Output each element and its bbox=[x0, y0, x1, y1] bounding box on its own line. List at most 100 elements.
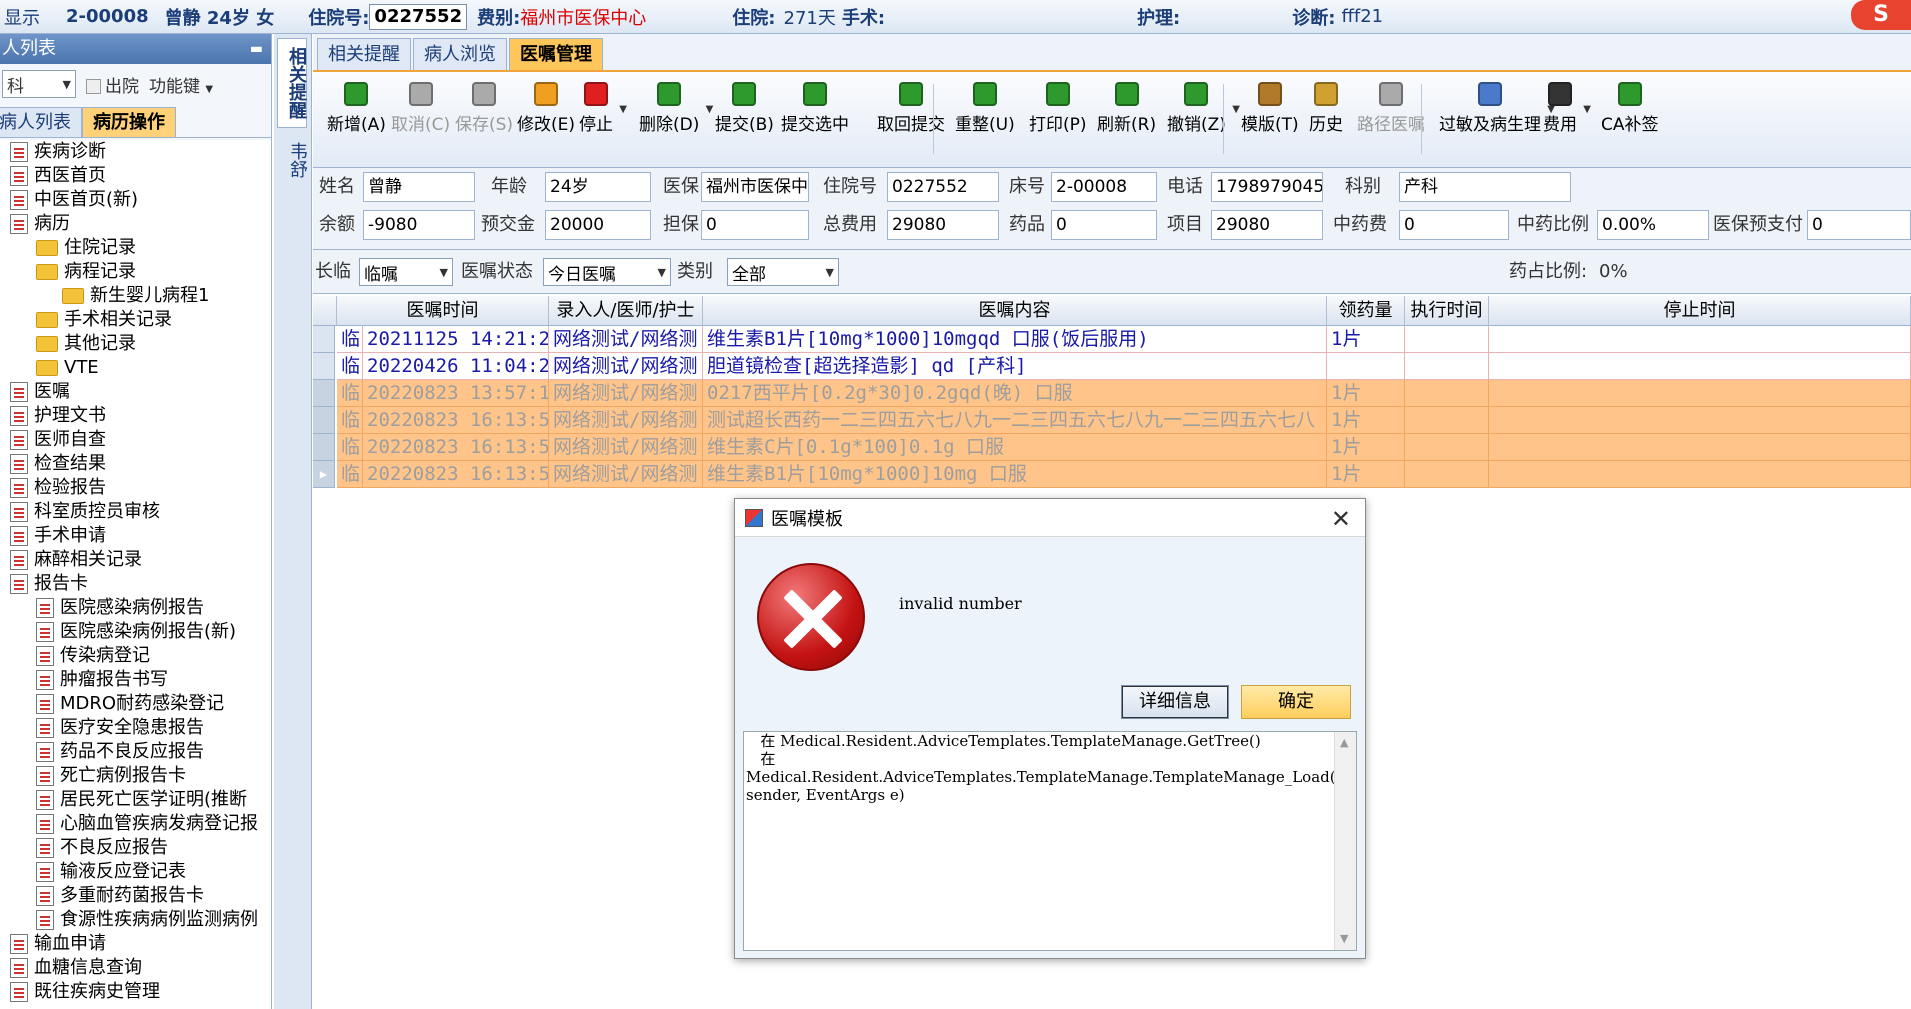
dialog-titlebar[interactable]: 医嘱模板 ✕ bbox=[735, 499, 1365, 537]
chevron-down-icon[interactable]: ▼ bbox=[619, 104, 627, 115]
chevron-down-icon[interactable]: ▼ bbox=[1232, 104, 1240, 115]
toolbar-button-edit[interactable]: 修改(E) bbox=[517, 76, 575, 164]
tree-item[interactable]: VTE bbox=[36, 356, 99, 380]
table-cell[interactable]: 维生素B1片[10mg*1000]10mgqd 口服(饭后服用) bbox=[703, 326, 1327, 353]
details-button[interactable]: 详细信息 bbox=[1121, 685, 1229, 719]
toolbar-button-template[interactable]: 模版(T) bbox=[1241, 76, 1299, 164]
table-row[interactable]: 临 20220823 16:13:58 网络测试/网络测 测试超长西药一二三四五六七八… bbox=[313, 407, 1911, 434]
tree-item[interactable]: 检验报告 bbox=[10, 476, 106, 500]
tab-record-operations[interactable]: 病历操作 bbox=[82, 107, 176, 137]
tree-item[interactable]: 手术相关记录 bbox=[36, 308, 172, 332]
tab-reminders[interactable]: 相关提醒 bbox=[317, 38, 411, 70]
toolbar-button-stop[interactable]: 停止 ▼ bbox=[579, 76, 627, 164]
ins-prepay-field[interactable]: 0 bbox=[1807, 210, 1911, 240]
table-cell[interactable] bbox=[1405, 380, 1489, 407]
tree-item[interactable]: 医疗安全隐患报告 bbox=[36, 716, 204, 740]
table-cell[interactable] bbox=[1489, 461, 1911, 488]
tree-item[interactable]: 护理文书 bbox=[10, 404, 106, 428]
table-cell[interactable] bbox=[1405, 326, 1489, 353]
table-cell[interactable]: 胆道镜检查[超选择造影] qd [产科] bbox=[703, 353, 1327, 380]
toolbar-button-allergy[interactable]: 过敏及病生理 ▼ bbox=[1439, 76, 1555, 164]
admit-number-field[interactable]: 0227552 bbox=[369, 3, 468, 30]
tree-item[interactable]: 检查结果 bbox=[10, 452, 106, 476]
tcm-fee-field[interactable]: 0 bbox=[1399, 210, 1509, 240]
display-label[interactable]: 显示 bbox=[4, 4, 40, 30]
table-cell[interactable]: 20220823 16:13:58 bbox=[363, 407, 549, 434]
balance-field[interactable]: -9080 bbox=[363, 210, 475, 240]
table-cell[interactable] bbox=[1489, 326, 1911, 353]
toolbar-button-delete[interactable]: 删除(D) ▼ bbox=[639, 76, 713, 164]
table-cell[interactable]: 20220823 13:57:11 bbox=[363, 380, 549, 407]
tab-patient-browse[interactable]: 病人浏览 bbox=[413, 38, 507, 70]
tree-item[interactable]: 报告卡 bbox=[10, 572, 88, 596]
tree-item[interactable]: 住院记录 bbox=[36, 236, 136, 260]
table-cell[interactable] bbox=[1489, 434, 1911, 461]
table-cell[interactable]: 临 bbox=[337, 326, 363, 353]
table-row[interactable]: ▶ 临 20220823 16:13:58 网络测试/网络测 维生素B1片[10mg*1… bbox=[313, 461, 1911, 488]
pin-icon[interactable]: ▬ bbox=[250, 34, 263, 64]
age-field[interactable]: 24岁 bbox=[545, 172, 651, 202]
tree-item[interactable]: 心脑血管疾病发病登记报 bbox=[36, 812, 258, 836]
table-row[interactable]: 临 20220426 11:04:25 网络测试/网络测 胆道镜检查[超选择造影] q… bbox=[313, 353, 1911, 380]
column-header[interactable]: 医嘱内容 bbox=[703, 296, 1327, 326]
vtab-reminders[interactable]: 相关提醒 bbox=[277, 38, 307, 128]
scroll-up-icon[interactable]: ▲ bbox=[1340, 734, 1348, 752]
table-cell[interactable] bbox=[1405, 461, 1489, 488]
tree-item[interactable]: 病程记录 bbox=[36, 260, 136, 284]
vtab-user[interactable]: 韦舒 bbox=[277, 136, 308, 184]
function-key-menu[interactable]: 功能键 ▼ bbox=[149, 72, 213, 97]
toolbar-button-refresh[interactable]: 刷新(R) bbox=[1097, 76, 1156, 164]
tree-item[interactable]: 手术申请 bbox=[10, 524, 106, 548]
column-header[interactable]: 执行时间 bbox=[1405, 296, 1489, 326]
dept-field[interactable]: 产科 bbox=[1399, 172, 1571, 202]
row-header[interactable] bbox=[313, 353, 335, 380]
table-cell[interactable]: 测试超长西药一二三四五六七八九一二三四五六七八九一二三四五六七八 bbox=[703, 407, 1327, 434]
tree-item[interactable]: MDRO耐药感染登记 bbox=[36, 692, 224, 716]
table-cell[interactable]: 0217西平片[0.2g*30]0.2gqd(晚) 口服 bbox=[703, 380, 1327, 407]
table-cell[interactable]: 临 bbox=[337, 461, 363, 488]
table-row[interactable]: 临 20211125 14:21:20 网络测试/网络测 维生素B1片[10mg*10… bbox=[313, 326, 1911, 353]
close-icon[interactable]: ✕ bbox=[1331, 505, 1351, 533]
row-header[interactable] bbox=[313, 407, 335, 434]
column-header[interactable]: 医嘱时间 bbox=[337, 296, 549, 326]
grid-corner[interactable] bbox=[313, 296, 337, 326]
toolbar-button-add[interactable]: 新增(A) bbox=[327, 76, 386, 164]
column-header[interactable]: 录入人/医师/护士 bbox=[549, 296, 703, 326]
guarantee-field[interactable]: 0 bbox=[701, 210, 809, 240]
insurance-field[interactable]: 福州市医保中 bbox=[701, 172, 809, 202]
toolbar-button-ca-sign[interactable]: CA补签 bbox=[1601, 76, 1659, 164]
table-cell[interactable] bbox=[1327, 353, 1405, 380]
table-cell[interactable] bbox=[1489, 353, 1911, 380]
column-header[interactable]: 领药量 bbox=[1327, 296, 1405, 326]
table-cell[interactable] bbox=[1405, 353, 1489, 380]
table-cell[interactable] bbox=[1405, 434, 1489, 461]
table-cell[interactable]: 1片 bbox=[1327, 461, 1405, 488]
tree-item[interactable]: 传染病登记 bbox=[36, 644, 150, 668]
scroll-down-icon[interactable]: ▼ bbox=[1340, 930, 1348, 948]
table-cell[interactable]: 网络测试/网络测 bbox=[549, 380, 703, 407]
tree-item[interactable]: 医院感染病例报告 bbox=[36, 596, 204, 620]
tree-item[interactable]: 居民死亡医学证明(推断 bbox=[36, 788, 247, 812]
ok-button[interactable]: 确定 bbox=[1241, 685, 1351, 719]
chevron-down-icon[interactable]: ▼ bbox=[706, 104, 714, 115]
tree-item[interactable]: 食源性疾病病例监测病例 bbox=[36, 908, 258, 932]
tree-item[interactable]: 疾病诊断 bbox=[10, 140, 106, 164]
table-cell[interactable] bbox=[1489, 380, 1911, 407]
item-field[interactable]: 29080 bbox=[1211, 210, 1323, 240]
table-cell[interactable]: 网络测试/网络测 bbox=[549, 434, 703, 461]
table-cell[interactable] bbox=[1405, 407, 1489, 434]
table-cell[interactable]: 1片 bbox=[1327, 407, 1405, 434]
tree-item[interactable]: 药品不良反应报告 bbox=[36, 740, 204, 764]
toolbar-button-fee[interactable]: 费用 ▼ bbox=[1543, 76, 1591, 164]
table-cell[interactable]: 20211125 14:21:20 bbox=[363, 326, 549, 353]
table-cell[interactable]: 网络测试/网络测 bbox=[549, 407, 703, 434]
table-cell[interactable]: 1片 bbox=[1327, 380, 1405, 407]
table-cell[interactable]: 1片 bbox=[1327, 326, 1405, 353]
tree-item[interactable]: 科室质控员审核 bbox=[10, 500, 160, 524]
tree-item[interactable]: 输血申请 bbox=[10, 932, 106, 956]
table-cell[interactable]: 20220823 16:13:58 bbox=[363, 461, 549, 488]
table-cell[interactable]: 网络测试/网络测 bbox=[549, 353, 703, 380]
column-header[interactable]: 停止时间 bbox=[1489, 296, 1911, 326]
table-row[interactable]: 临 20220823 16:13:58 网络测试/网络测 维生素C片[0.1g*100… bbox=[313, 434, 1911, 461]
tree-item[interactable]: 西医首页 bbox=[10, 164, 106, 188]
